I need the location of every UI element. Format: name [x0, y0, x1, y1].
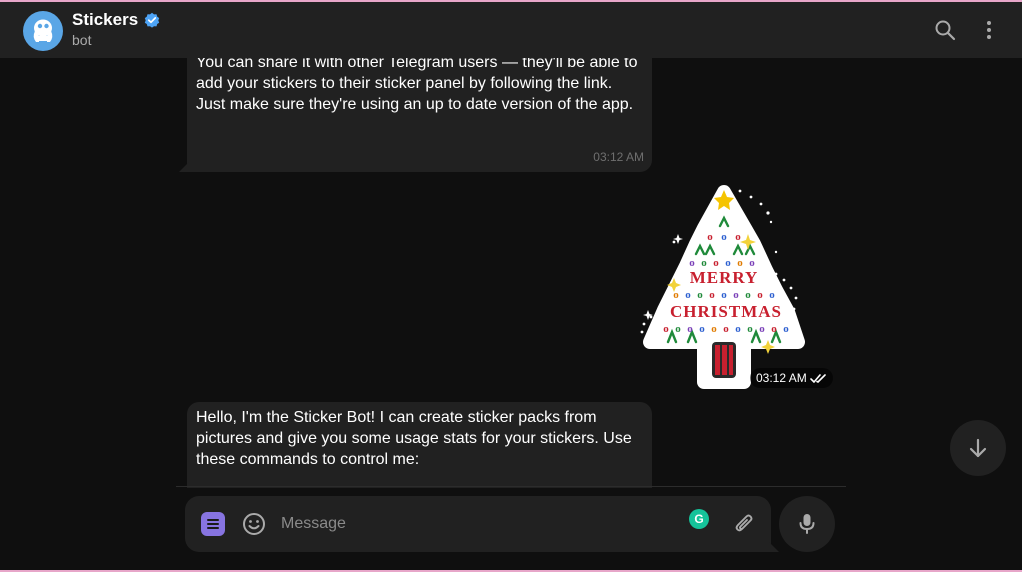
scroll-to-bottom-button[interactable]: [950, 420, 1006, 476]
svg-text:o: o: [721, 289, 727, 301]
svg-text:o: o: [783, 323, 789, 335]
message-list[interactable]: You can share it with other Telegram use…: [0, 58, 1022, 488]
svg-text:o: o: [721, 231, 727, 243]
svg-text:o: o: [699, 323, 705, 335]
voice-message-button[interactable]: [779, 496, 835, 552]
svg-text:o: o: [723, 323, 729, 335]
message-time: 03:12 AM: [593, 150, 644, 164]
smile-icon: [243, 513, 265, 535]
svg-text:o: o: [707, 231, 713, 243]
menu-icon: [207, 519, 219, 529]
chat-title: Stickers: [72, 10, 139, 29]
search-icon: [935, 20, 956, 41]
svg-text:o: o: [735, 323, 741, 335]
message-time: 03:12 AM: [756, 371, 807, 385]
christmas-tree-sticker: ooo ooo ooo ooo ooo ooo ooo ooo ooo oo M…: [640, 185, 805, 389]
composer-divider: [176, 486, 846, 487]
paperclip-icon: [735, 514, 753, 532]
bubble-tail: [179, 162, 189, 172]
svg-text:o: o: [675, 323, 681, 335]
more-button[interactable]: [975, 16, 1003, 44]
search-button[interactable]: [931, 16, 959, 44]
svg-text:o: o: [747, 323, 753, 335]
verified-badge-icon: [144, 12, 160, 28]
svg-text:o: o: [745, 289, 751, 301]
chat-info[interactable]: Stickers bot: [72, 10, 160, 48]
svg-text:o: o: [769, 289, 775, 301]
sticker-text-merry: MERRY: [690, 268, 759, 287]
grammarly-icon[interactable]: G: [689, 509, 709, 529]
svg-text:o: o: [771, 323, 777, 335]
svg-text:o: o: [687, 323, 693, 335]
svg-text:o: o: [663, 323, 669, 335]
sticker-meta: 03:12 AM: [750, 368, 833, 388]
sticker-text-christmas: CHRISTMAS: [670, 302, 782, 321]
message-bubble[interactable]: Hello, I'm the Sticker Bot! I can create…: [187, 402, 652, 488]
attach-button[interactable]: [731, 511, 757, 537]
svg-text:o: o: [735, 231, 741, 243]
message-composer: G: [185, 496, 779, 552]
message-text: Hello, I'm the Sticker Bot! I can create…: [196, 409, 632, 468]
composer-tail: [769, 542, 779, 552]
svg-text:o: o: [697, 289, 703, 301]
arrow-down-icon: [969, 438, 987, 458]
double-check-icon: [809, 373, 826, 383]
microphone-icon: [799, 514, 815, 534]
message-input[interactable]: [281, 512, 661, 536]
message-text: You can share it with other Telegram use…: [196, 58, 638, 113]
svg-text:o: o: [685, 289, 691, 301]
svg-text:o: o: [759, 323, 765, 335]
sticker-message[interactable]: ooo ooo ooo ooo ooo ooo ooo ooo ooo oo M…: [636, 182, 812, 392]
message-bubble[interactable]: You can share it with other Telegram use…: [179, 58, 652, 172]
bot-mascot-icon: [33, 19, 53, 42]
svg-text:o: o: [757, 289, 763, 301]
svg-text:o: o: [733, 289, 739, 301]
chat-subtitle: bot: [72, 32, 92, 48]
svg-text:o: o: [711, 323, 717, 335]
avatar[interactable]: [23, 11, 63, 51]
emoji-button[interactable]: [241, 511, 267, 537]
svg-text:o: o: [709, 289, 715, 301]
chat-header: Stickers bot: [0, 2, 1022, 58]
more-vertical-icon: [987, 21, 991, 39]
bot-menu-button[interactable]: [201, 512, 225, 536]
